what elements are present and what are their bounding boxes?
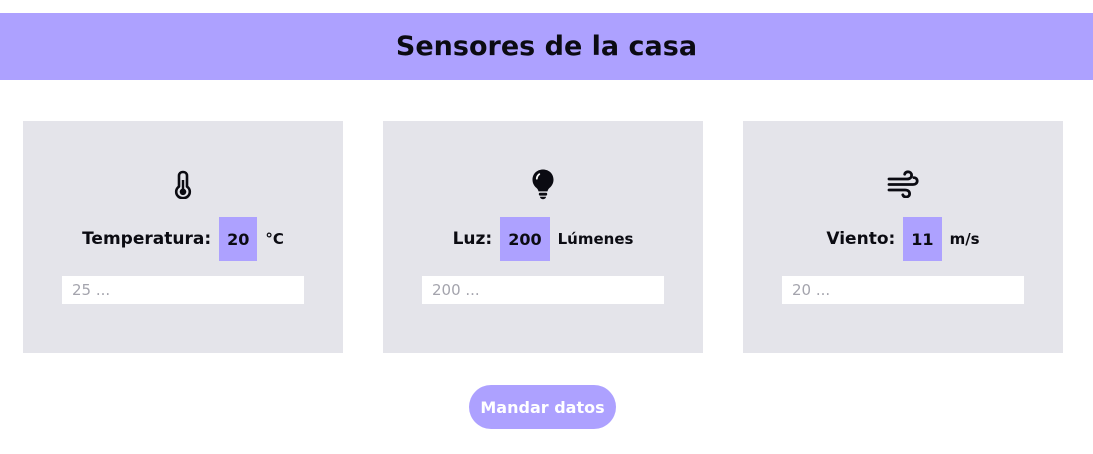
page-title: Sensores de la casa (395, 31, 698, 62)
page-header: Sensores de la casa (0, 13, 1093, 80)
wind-unit: m/s (949, 230, 980, 248)
light-card: Luz: 200 Lúmenes (383, 121, 703, 353)
wind-value: 11 (903, 217, 942, 261)
light-input[interactable] (422, 276, 664, 304)
wind-label: Viento: (826, 229, 896, 249)
wind-card: Viento: 11 m/s (743, 121, 1063, 353)
temperature-card: Temperatura: 20 °C (23, 121, 343, 353)
send-data-button[interactable]: Mandar datos (469, 385, 616, 429)
thermometer-icon (23, 167, 343, 201)
wind-reading: Viento: 11 m/s (743, 217, 1063, 261)
temperature-unit: °C (265, 230, 284, 248)
light-value: 200 (500, 217, 550, 261)
light-label: Luz: (452, 229, 493, 249)
wind-icon (743, 167, 1063, 201)
light-unit: Lúmenes (557, 230, 634, 248)
temperature-reading: Temperatura: 20 °C (23, 217, 343, 261)
lightbulb-icon (383, 167, 703, 201)
temperature-input[interactable] (62, 276, 304, 304)
temperature-label: Temperatura: (82, 229, 212, 249)
sensor-cards: Temperatura: 20 °C Luz: 200 Lúmenes (23, 121, 1063, 353)
light-reading: Luz: 200 Lúmenes (383, 217, 703, 261)
wind-input[interactable] (782, 276, 1024, 304)
temperature-value: 20 (219, 217, 258, 261)
